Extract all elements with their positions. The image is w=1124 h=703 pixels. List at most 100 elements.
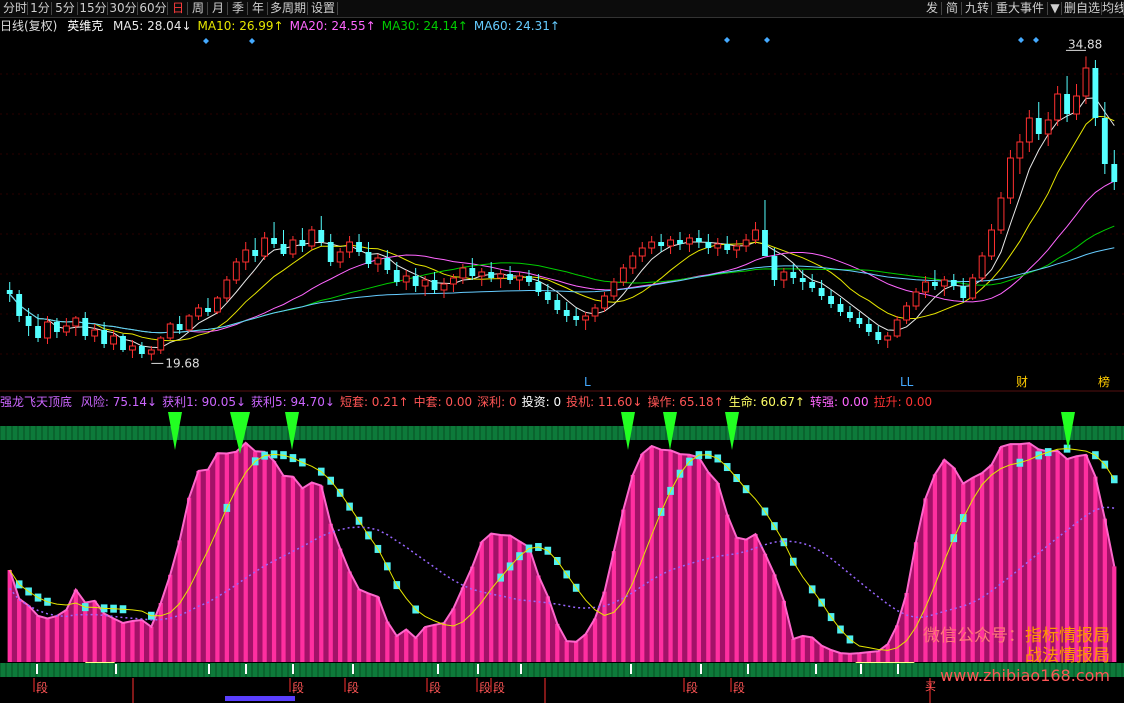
candle-body[interactable]	[648, 241, 656, 249]
event-diamond-icon[interactable]	[1018, 37, 1024, 43]
candle-body[interactable]	[318, 230, 325, 242]
candle-body[interactable]	[742, 239, 750, 247]
candle-body[interactable]	[884, 335, 892, 341]
candle-body[interactable]	[931, 282, 938, 286]
candle-body[interactable]	[591, 307, 599, 317]
period-tab-10[interactable]: 年	[248, 0, 268, 17]
event-diamond-icon[interactable]	[764, 37, 770, 43]
candle-body[interactable]	[705, 242, 712, 248]
period-tab-12[interactable]: 设置	[308, 0, 338, 17]
candle-body[interactable]	[997, 197, 1005, 231]
candle-body[interactable]	[752, 229, 759, 241]
candle-body[interactable]	[185, 315, 193, 331]
candle-body[interactable]	[336, 251, 344, 263]
candle-body[interactable]	[695, 238, 702, 242]
candle-body[interactable]	[478, 271, 486, 277]
event-diamond-icon[interactable]	[1033, 37, 1039, 43]
period-tab-5[interactable]: 60分	[138, 0, 168, 17]
candle-body[interactable]	[799, 278, 806, 282]
candle-body[interactable]	[790, 272, 797, 278]
period-tab-4[interactable]: 30分	[108, 0, 138, 17]
candle-body[interactable]	[714, 243, 722, 249]
candle-body[interactable]	[818, 288, 825, 296]
candle-body[interactable]	[147, 349, 155, 355]
candle-body[interactable]	[507, 274, 514, 280]
candle-body[interactable]	[431, 280, 438, 290]
candle-body[interactable]	[856, 318, 863, 324]
candle-body[interactable]	[72, 317, 80, 327]
candle-body[interactable]	[638, 247, 646, 257]
candle-body[interactable]	[450, 277, 457, 285]
candle-body[interactable]	[573, 316, 580, 320]
candle-body[interactable]	[195, 307, 202, 317]
candle-body[interactable]	[1101, 118, 1108, 164]
candle-body[interactable]	[544, 292, 551, 300]
candle-body[interactable]	[252, 250, 259, 256]
candle-body[interactable]	[6, 290, 13, 294]
chart-type-label[interactable]: 日线(复权)	[0, 19, 57, 33]
candle-body[interactable]	[232, 261, 240, 281]
period-tab-11[interactable]: 多周期	[268, 0, 308, 17]
candle-body[interactable]	[960, 286, 967, 298]
toolbar-action-5[interactable]: 删自选	[1062, 0, 1102, 17]
candle-body[interactable]	[271, 238, 277, 244]
candle-body[interactable]	[308, 229, 316, 247]
candle-body[interactable]	[166, 323, 174, 339]
candle-body[interactable]	[828, 296, 834, 304]
candle-body[interactable]	[526, 276, 532, 282]
candle-body[interactable]	[582, 315, 590, 321]
candle-body[interactable]	[488, 272, 495, 278]
candle-body[interactable]	[875, 332, 882, 340]
candle-body[interactable]	[978, 255, 986, 279]
event-diamond-icon[interactable]	[203, 38, 209, 44]
period-tab-0[interactable]: 分时	[2, 0, 28, 17]
candle-body[interactable]	[138, 346, 145, 354]
candle-body[interactable]	[922, 281, 929, 293]
candle-body[interactable]	[374, 257, 382, 265]
candle-body[interactable]	[771, 256, 778, 280]
candle-body[interactable]	[91, 329, 99, 337]
candle-body[interactable]	[733, 245, 741, 251]
candle-body[interactable]	[837, 304, 844, 312]
candle-body[interactable]	[327, 242, 334, 262]
chart-marker-2[interactable]: 财	[1016, 375, 1028, 389]
candle-body[interactable]	[299, 240, 306, 246]
date-scroll-thumb[interactable]	[225, 696, 295, 701]
candle-body[interactable]	[213, 297, 221, 313]
candle-body[interactable]	[440, 283, 448, 291]
candle-body[interactable]	[261, 237, 269, 257]
candle-body[interactable]	[289, 239, 297, 255]
candle-body[interactable]	[516, 275, 523, 281]
candle-body[interactable]	[176, 324, 183, 330]
chart-marker-0[interactable]: L	[584, 375, 591, 389]
candle-body[interactable]	[667, 239, 674, 247]
candle-body[interactable]	[893, 319, 901, 337]
candle-body[interactable]	[469, 268, 476, 276]
candle-body[interactable]	[35, 326, 41, 338]
candle-body[interactable]	[1025, 117, 1033, 143]
candle-body[interactable]	[1016, 141, 1024, 159]
candle-body[interactable]	[497, 273, 505, 279]
candle-body[interactable]	[1073, 95, 1080, 115]
indicator-name[interactable]: 强龙飞天顶底	[0, 395, 72, 409]
candle-body[interactable]	[969, 277, 977, 299]
candle-body[interactable]	[554, 300, 561, 310]
candle-body[interactable]	[384, 258, 391, 270]
event-diamond-icon[interactable]	[249, 38, 255, 44]
chart-marker-1[interactable]: LL	[900, 375, 914, 389]
toolbar-action-3[interactable]: 重大事件	[992, 0, 1048, 17]
candle-body[interactable]	[535, 282, 542, 292]
candle-body[interactable]	[940, 279, 948, 287]
event-diamond-icon[interactable]	[724, 37, 730, 43]
candle-body[interactable]	[629, 255, 637, 269]
candle-body[interactable]	[780, 271, 788, 281]
candle-body[interactable]	[157, 337, 165, 351]
toolbar-action-0[interactable]: 发	[922, 0, 942, 17]
period-tab-6[interactable]: 日	[168, 0, 188, 17]
candle-body[interactable]	[393, 270, 400, 282]
candle-body[interactable]	[610, 281, 618, 297]
candle-body[interactable]	[412, 276, 419, 286]
candle-body[interactable]	[25, 316, 32, 326]
candle-body[interactable]	[903, 305, 911, 321]
candle-body[interactable]	[1082, 67, 1090, 97]
